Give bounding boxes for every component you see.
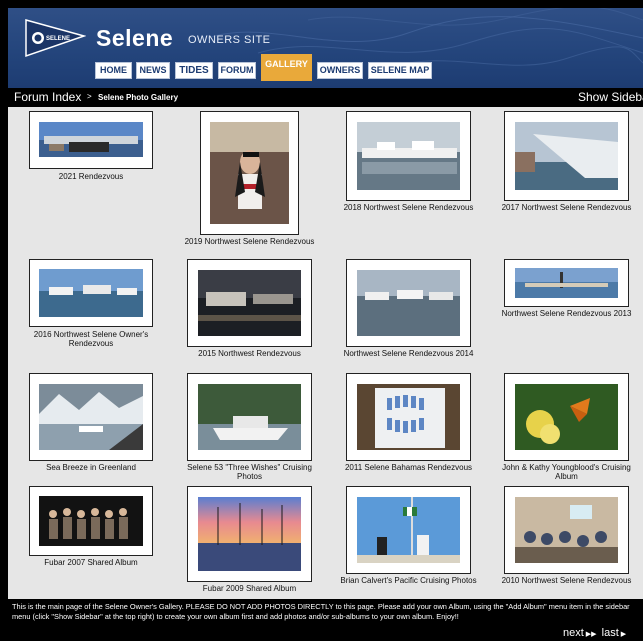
marina-boats-photo: [357, 122, 460, 190]
seating-chart-photo: [357, 384, 460, 450]
next-page-link[interactable]: next: [563, 627, 584, 639]
album-tile[interactable]: Sea Breeze in Greenland: [29, 373, 153, 473]
last-page-link[interactable]: last: [602, 627, 619, 639]
album-caption: 2019 Northwest Selene Rendezvous: [184, 237, 315, 246]
album-caption: Northwest Selene Rendezvous 2013: [501, 309, 632, 318]
album-tile[interactable]: 2011 Selene Bahamas Rendezvous: [345, 373, 472, 483]
last-arrow-icon: ▶: [620, 631, 627, 638]
album-tile[interactable]: 2021 Rendezvous: [29, 111, 153, 181]
album-caption: 2018 Northwest Selene Rendezvous: [343, 203, 474, 212]
album-caption: John & Kathy Youngblood's Cruising Album: [502, 463, 631, 481]
nav-news[interactable]: NEWS: [136, 62, 170, 79]
marina-panorama-photo: [39, 122, 143, 157]
harbor-photo: [39, 269, 143, 317]
selene-logo-icon[interactable]: SELENE: [24, 18, 86, 58]
svg-text:SELENE: SELENE: [46, 36, 70, 42]
group-photo: [39, 496, 143, 546]
nav-tides[interactable]: TIDES: [175, 62, 213, 79]
album-caption: Sea Breeze in Greenland: [46, 463, 136, 472]
album-tile[interactable]: Fubar 2007 Shared Album: [29, 486, 153, 576]
nav-gallery[interactable]: GALLERY: [261, 54, 312, 81]
glacier-photo: [39, 384, 143, 450]
butterfly-photo: [515, 384, 618, 450]
breadcrumb-current: Selene Photo Gallery: [98, 93, 179, 102]
breadcrumb-separator: >: [87, 92, 92, 101]
meeting-room-photo: [515, 497, 618, 563]
album-tile[interactable]: Brian Calvert's Pacific Cruising Photos: [340, 486, 477, 598]
person-portrait-photo: [210, 122, 289, 224]
album-caption: 2016 Northwest Selene Owner's Rendezvous: [33, 330, 149, 348]
footer: This is the main page of the Selene Owne…: [8, 599, 643, 641]
album-tile[interactable]: 2015 Northwest Rendezvous: [187, 259, 312, 359]
album-caption: Fubar 2009 Shared Album: [202, 584, 297, 593]
album-caption: 2011 Selene Bahamas Rendezvous: [344, 463, 473, 472]
nav-home[interactable]: HOME: [95, 62, 132, 79]
site-brand[interactable]: Selene: [96, 25, 173, 52]
album-tile[interactable]: 2017 Northwest Selene Rendezvous: [502, 111, 631, 221]
gallery-grid: 2021 Rendezvous 2019 Northwest Selene Re…: [8, 107, 643, 599]
album-caption: 2010 Northwest Selene Rendezvous: [501, 576, 632, 585]
breadcrumb-forum-index[interactable]: Forum Index: [14, 90, 81, 104]
sunset-marina-photo: [198, 497, 301, 571]
album-tile[interactable]: 2019 Northwest Selene Rendezvous: [185, 111, 314, 259]
night-marina-photo: [198, 270, 301, 336]
gallery-notice: This is the main page of the Selene Owne…: [12, 602, 630, 621]
album-caption: 2015 Northwest Rendezvous: [198, 349, 301, 358]
nav-selene-map[interactable]: SELENE MAP: [368, 62, 432, 79]
album-caption: Selene 53 "Three Wishes" Cruising Photos: [187, 463, 312, 481]
album-caption: 2021 Rendezvous: [58, 172, 124, 181]
trawler-photo: [198, 384, 301, 450]
album-caption: Brian Calvert's Pacific Cruising Photos: [340, 576, 477, 585]
flag-mast-photo: [357, 497, 460, 563]
next-arrow-icon: ▶▶: [585, 631, 597, 638]
album-tile[interactable]: 2010 Northwest Selene Rendezvous: [502, 486, 631, 596]
album-tile[interactable]: Selene 53 "Three Wishes" Cruising Photos: [187, 373, 312, 483]
title-bar: Forum Index > Selene Photo Gallery Show …: [8, 88, 643, 107]
site-header: SELENE Selene OWNERS SITE HOME NEWS TIDE…: [8, 8, 643, 88]
album-tile[interactable]: Northwest Selene Rendezvous 2014: [344, 259, 473, 369]
album-caption: Fubar 2007 Shared Album: [44, 558, 138, 567]
album-tile[interactable]: Northwest Selene Rendezvous 2013: [502, 259, 631, 339]
album-tile[interactable]: 2018 Northwest Selene Rendezvous: [344, 111, 473, 221]
nav-forum[interactable]: FORUM: [218, 62, 256, 79]
album-caption: Northwest Selene Rendezvous 2014: [343, 349, 474, 358]
album-caption: 2017 Northwest Selene Rendezvous: [501, 203, 632, 212]
dock-panorama-photo: [515, 268, 618, 298]
album-tile[interactable]: 2016 Northwest Selene Owner's Rendezvous: [29, 259, 153, 349]
album-tile[interactable]: Fubar 2009 Shared Album: [187, 486, 312, 596]
show-sidebar-link[interactable]: Show Sidebar: [578, 90, 643, 104]
boat-bow-photo: [515, 122, 618, 190]
nav-owners[interactable]: OWNERS: [317, 62, 363, 79]
pagination: next ▶▶ last ▶: [563, 627, 628, 639]
site-subtitle: OWNERS SITE: [188, 34, 271, 46]
marina-reflection-photo: [357, 270, 460, 336]
album-tile[interactable]: John & Kathy Youngblood's Cruising Album: [502, 373, 631, 483]
